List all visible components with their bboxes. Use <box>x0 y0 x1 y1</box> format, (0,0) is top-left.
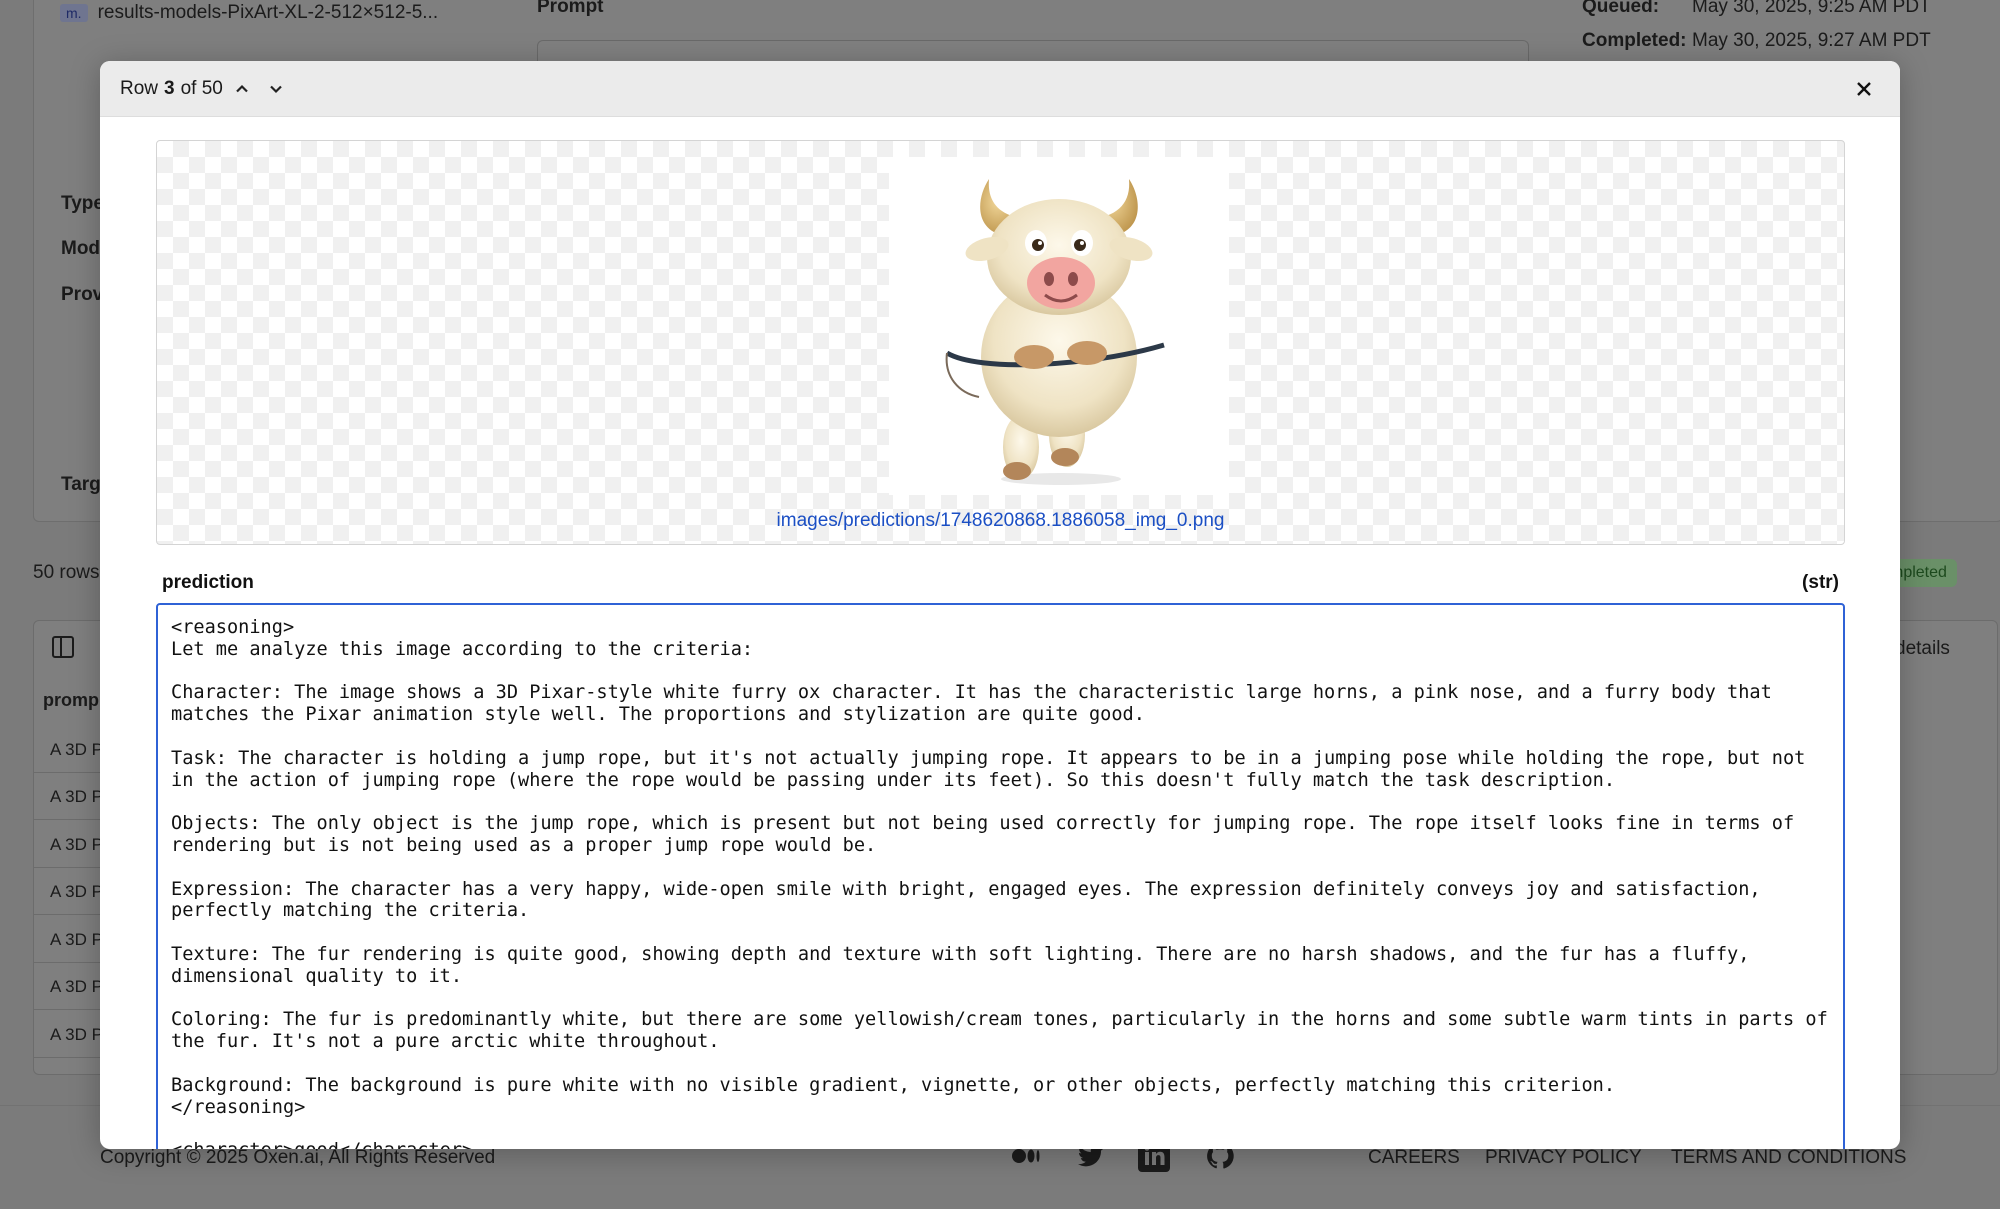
file-chip[interactable]: m. results-models-PixArt-XL-2-512×512-5.… <box>60 2 438 24</box>
prediction-text: <reasoning> Let me analyze this image ac… <box>171 617 1828 1149</box>
sidebar-toggle-icon[interactable] <box>52 636 74 658</box>
rows-count: 50 rows <box>33 562 100 583</box>
copyright: Copyright © 2025 Oxen.ai, All Rights Res… <box>100 1147 496 1168</box>
table-row[interactable]: A 3D P <box>34 773 104 820</box>
furry-ox-image <box>945 179 1165 485</box>
table-row[interactable]: A 3D P <box>34 868 104 915</box>
row-total: of 50 <box>180 77 223 99</box>
model-label: Mod <box>61 238 101 259</box>
queued-label: Queued: <box>1582 0 1660 17</box>
close-button[interactable] <box>1848 73 1880 105</box>
provider-label: Prov <box>61 284 104 305</box>
previous-row-button[interactable] <box>227 74 257 104</box>
table-row[interactable]: A 3D P <box>34 916 104 963</box>
details-label[interactable]: details <box>1895 638 1950 660</box>
row-label: Row <box>120 77 159 99</box>
prediction-textarea[interactable]: <reasoning> Let me analyze this image ac… <box>156 603 1845 1149</box>
chevron-down-icon <box>270 85 282 93</box>
modal-header: Row 3 of 50 <box>100 61 1900 117</box>
field-type: (str) <box>1802 572 1839 593</box>
row-detail-modal: Row 3 of 50 images/predictions/174862086… <box>100 61 1900 1149</box>
footer-link-privacy[interactable]: PRIVACY POLICY <box>1485 1147 1642 1169</box>
table-row[interactable]: A 3D P <box>34 821 104 868</box>
target-label: Targ <box>61 474 101 495</box>
field-name: prediction <box>162 572 254 593</box>
row-navigator: Row 3 of 50 <box>120 74 291 104</box>
column-header-prompt[interactable]: promp <box>43 690 99 711</box>
chevron-up-icon <box>236 84 248 92</box>
type-label: Type <box>61 193 104 214</box>
image-path-link[interactable]: images/predictions/1748620868.1886058_im… <box>157 510 1844 532</box>
completed-value: May 30, 2025, 9:27 AM PDT <box>1692 30 1931 51</box>
next-row-button[interactable] <box>261 74 291 104</box>
file-name: results-models-PixArt-XL-2-512×512-5... <box>97 2 439 23</box>
row-current: 3 <box>164 77 175 99</box>
table-row[interactable]: A 3D P <box>34 726 104 773</box>
completed-label: Completed: <box>1582 30 1687 51</box>
footer-link-terms[interactable]: TERMS AND CONDITIONS <box>1671 1147 1906 1169</box>
field-header: prediction (str) <box>162 572 1839 594</box>
footer-link-careers[interactable]: CAREERS <box>1368 1147 1460 1169</box>
prediction-image[interactable] <box>889 157 1229 495</box>
close-icon <box>1857 81 1871 96</box>
table-row[interactable]: A 3D P <box>34 1011 104 1058</box>
queued-value: May 30, 2025, 9:25 AM PDT <box>1692 0 1931 17</box>
image-preview-panel: images/predictions/1748620868.1886058_im… <box>156 140 1845 545</box>
table-row[interactable]: A 3D P <box>34 963 104 1010</box>
prompt-heading: Prompt <box>537 0 604 17</box>
file-chip-tag: m. <box>60 4 88 22</box>
